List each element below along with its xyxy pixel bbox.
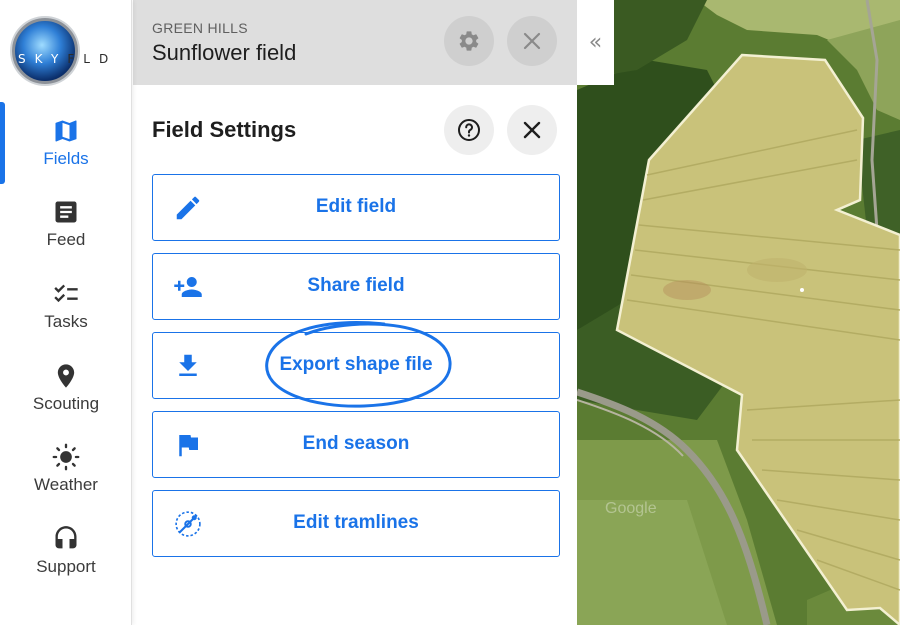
close-field-button[interactable] <box>507 16 557 66</box>
map-watermark: Google <box>605 500 657 517</box>
panel-title: Field Settings <box>152 117 297 142</box>
action-label: Edit field <box>315 196 397 217</box>
headset-icon <box>55 526 77 549</box>
action-label: Edit tramlines <box>293 512 419 533</box>
location-pin-icon <box>57 364 75 388</box>
logo-wordmark-light: SKY <box>18 52 68 66</box>
edit-tramlines-button[interactable]: Edit tramlines <box>152 490 560 557</box>
help-button[interactable] <box>444 105 494 155</box>
close-icon <box>523 32 541 50</box>
sidebar-item-label: Feed <box>46 230 86 249</box>
sidebar-item-label: Scouting <box>32 394 100 413</box>
sidebar-item-tasks[interactable]: Tasks <box>0 280 132 360</box>
sidebar-item-label: Fields <box>43 149 89 168</box>
checklist-icon <box>54 284 78 303</box>
sidebar-item-weather[interactable]: Weather <box>0 443 132 523</box>
field-header: GREEN HILLS Sunflower field <box>133 0 577 85</box>
help-icon <box>458 119 480 141</box>
sidebar-item-support[interactable]: Support <box>0 525 132 605</box>
sidebar-item-scouting[interactable]: Scouting <box>0 362 132 442</box>
close-icon <box>523 121 541 139</box>
sun-icon <box>52 443 80 471</box>
logo-wordmark: SKYFLD <box>18 52 117 66</box>
gear-icon <box>459 31 479 51</box>
field-settings-panel: Field Settings Edit field Share field Ex… <box>133 85 577 625</box>
export-shape-file-button[interactable]: Export shape file <box>152 332 560 399</box>
edit-field-button[interactable]: Edit field <box>152 174 560 241</box>
close-settings-button[interactable] <box>507 105 557 155</box>
sidebar-item-label: Support <box>36 557 96 576</box>
sidebar-item-feed[interactable]: Feed <box>0 198 132 278</box>
sidebar-nav: SKYFLD Fields Feed Tasks Scouting Weathe… <box>0 0 132 625</box>
double-chevron-left-icon: « <box>588 30 603 55</box>
collapse-panel-button[interactable]: « <box>577 0 614 85</box>
map-icon <box>55 120 77 142</box>
sidebar-item-label: Weather <box>34 475 98 494</box>
skyfld-logo[interactable] <box>12 18 78 84</box>
sidebar-item-fields[interactable]: Fields <box>0 117 132 197</box>
farm-name: GREEN HILLS <box>152 20 248 36</box>
field-settings-button[interactable] <box>444 16 494 66</box>
share-field-button[interactable]: Share field <box>152 253 560 320</box>
field-name: Sunflower field <box>152 40 297 65</box>
action-label: Share field <box>307 275 405 296</box>
sidebar-item-label: Tasks <box>44 312 88 331</box>
action-label: End season <box>302 433 410 454</box>
document-icon <box>55 201 77 223</box>
satellite-map[interactable] <box>577 0 900 625</box>
action-label: Export shape file <box>279 354 433 375</box>
end-season-button[interactable]: End season <box>152 411 560 478</box>
logo-wordmark-dark: FLD <box>67 52 118 66</box>
map-imagery <box>577 0 900 625</box>
